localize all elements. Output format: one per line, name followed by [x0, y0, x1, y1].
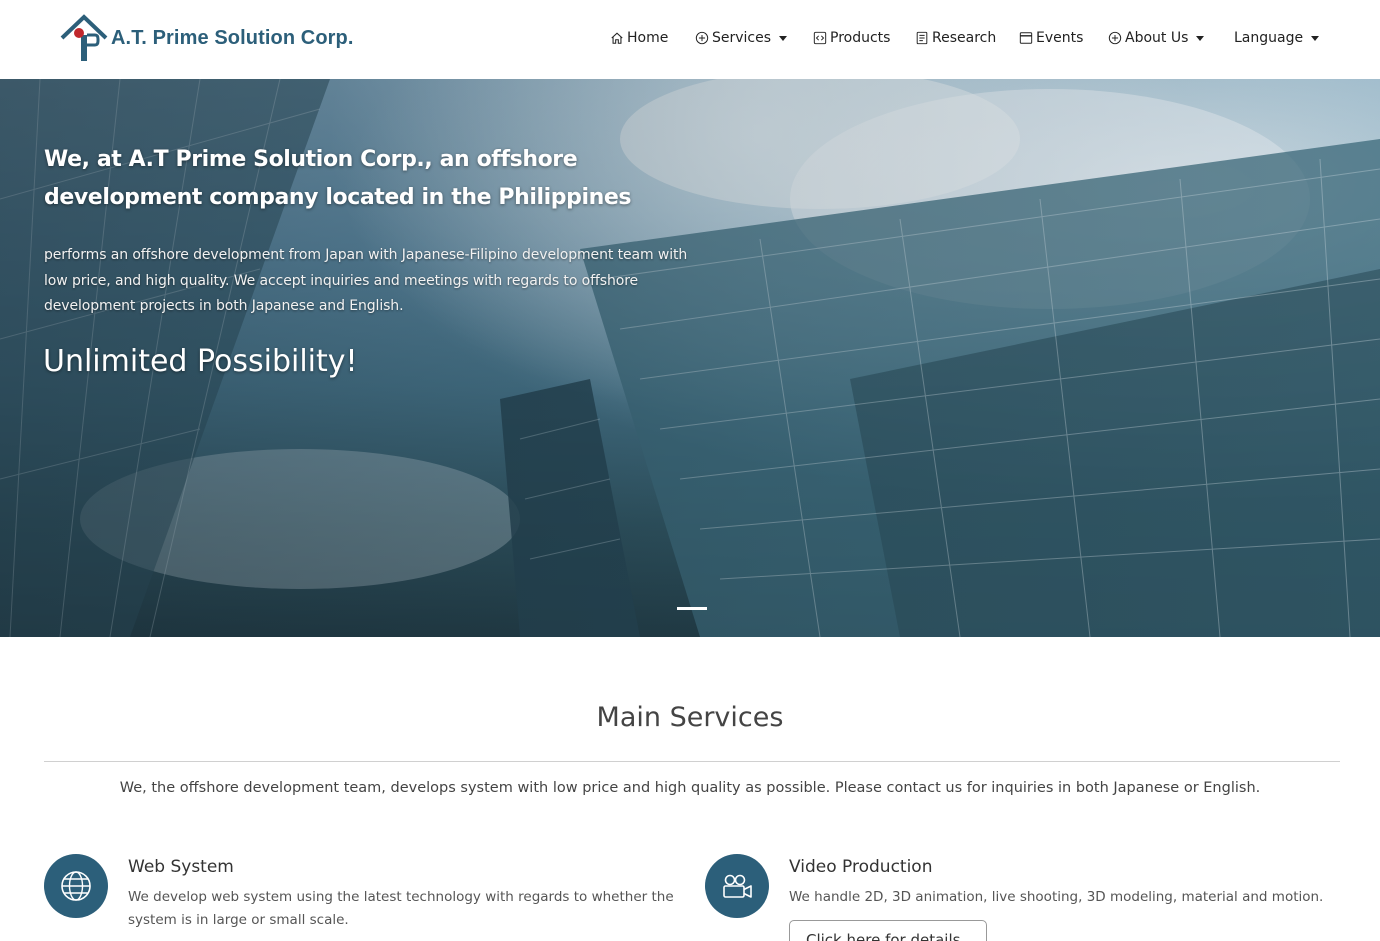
nav-home[interactable]: Home [610, 30, 668, 46]
section-divider [44, 761, 1340, 762]
nav-events-label: Events [1036, 30, 1084, 46]
nav-language-label: Language [1234, 30, 1304, 46]
brand-name: A.T. Prime Solution Corp. [111, 26, 354, 49]
main-services-description: We, the offshore development team, devel… [119, 780, 1261, 796]
code-square-icon [813, 31, 827, 45]
globe-icon [44, 854, 108, 918]
nav-products[interactable]: Products [813, 30, 890, 46]
calendar-icon [1019, 32, 1033, 44]
service-text-video-production: We handle 2D, 3D animation, live shootin… [789, 889, 1324, 905]
nav-services[interactable]: Services [695, 30, 788, 46]
chevron-down-icon [779, 36, 788, 41]
video-camera-icon [705, 854, 769, 918]
nav-about[interactable]: About Us [1108, 30, 1205, 46]
carousel-indicator[interactable] [677, 607, 707, 610]
home-icon [611, 32, 623, 44]
hero-title: We, at A.T Prime Solution Corp., an offs… [44, 147, 632, 210]
service-title-video-production: Video Production [789, 857, 933, 877]
nav-language[interactable]: Language [1234, 30, 1320, 46]
nav-home-label: Home [627, 30, 669, 46]
nav-about-label: About Us [1125, 30, 1189, 46]
brand-link[interactable]: A.T. Prime Solution Corp. [60, 12, 354, 64]
company-logo-icon [60, 14, 108, 61]
main-services-title: Main Services [596, 702, 784, 733]
service-title-web-system: Web System [128, 857, 234, 877]
plus-circle-icon [1108, 31, 1122, 45]
hero-description: performs an offshore development from Ja… [44, 247, 688, 314]
video-details-button[interactable]: Click here for details [789, 920, 987, 941]
chevron-down-icon [1311, 36, 1320, 41]
hero-carousel: We, at A.T Prime Solution Corp., an offs… [0, 79, 1380, 637]
nav-services-label: Services [712, 30, 772, 46]
document-list-icon [916, 31, 928, 45]
navbar: A.T. Prime Solution Corp. Home Services … [0, 0, 1380, 79]
hero-tagline: Unlimited Possibility! [43, 344, 358, 379]
chevron-down-icon [1196, 36, 1205, 41]
plus-circle-icon [695, 31, 709, 45]
nav-events[interactable]: Events [1019, 30, 1083, 46]
nav-products-label: Products [830, 30, 891, 46]
nav-research-label: Research [932, 30, 997, 46]
service-text-web-system: We develop web system using the latest t… [128, 889, 674, 928]
nav-research[interactable]: Research [915, 30, 996, 46]
